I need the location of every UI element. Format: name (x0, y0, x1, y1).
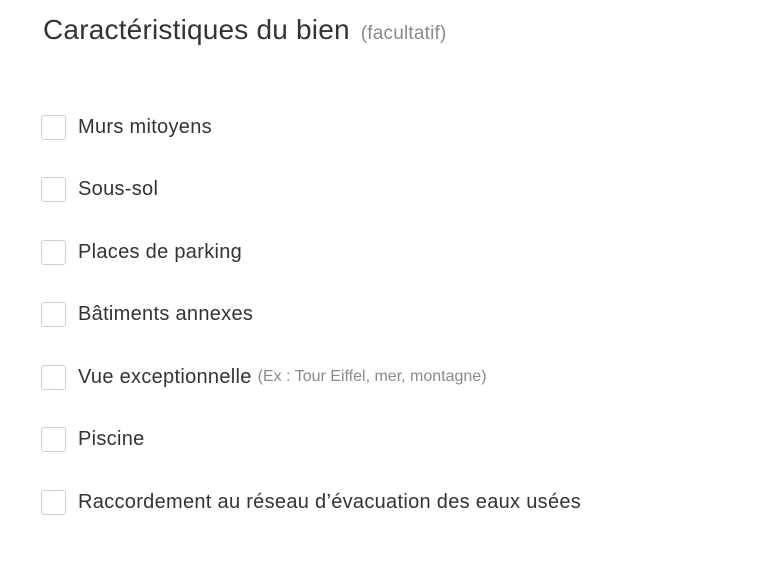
option-murs-mitoyens[interactable]: Murs mitoyens (41, 112, 581, 142)
option-batiments-annexes[interactable]: Bâtiments annexes (41, 300, 581, 330)
option-label: Piscine (78, 428, 145, 451)
checkbox-places-de-parking[interactable] (41, 239, 66, 265)
checkbox-batiments-annexes[interactable] (41, 302, 66, 328)
option-label: Vue exceptionnelle (78, 365, 252, 388)
checkbox-murs-mitoyens[interactable] (41, 114, 66, 140)
checkbox-piscine[interactable] (41, 427, 66, 453)
section-title-text: Caractéristiques du bien (43, 14, 350, 45)
option-label: Murs mitoyens (78, 115, 212, 138)
checkbox-sous-sol[interactable] (41, 177, 66, 203)
option-raccordement-eaux-usees[interactable]: Raccordement au réseau d’évacuation des … (41, 488, 581, 518)
section-title: Caractéristiques du bien (facultatif) (43, 14, 447, 46)
checkbox-raccordement-eaux-usees[interactable] (41, 490, 66, 516)
option-hint: (Ex : Tour Eiffel, mer, montagne) (257, 368, 487, 386)
option-vue-exceptionnelle[interactable]: Vue exceptionnelle (Ex : Tour Eiffel, me… (41, 362, 581, 392)
option-label: Sous-sol (78, 178, 159, 201)
optional-tag: (facultatif) (360, 23, 447, 44)
option-places-de-parking[interactable]: Places de parking (41, 237, 581, 267)
property-features-section: Caractéristiques du bien (facultatif) Mu… (0, 0, 783, 579)
checkbox-vue-exceptionnelle[interactable] (41, 364, 66, 390)
option-label: Raccordement au réseau d’évacuation des … (78, 491, 582, 514)
features-checkbox-list: Murs mitoyens Sous-sol Places de parking… (41, 112, 581, 550)
option-sous-sol[interactable]: Sous-sol (41, 175, 581, 205)
option-piscine[interactable]: Piscine (41, 425, 581, 455)
option-label: Bâtiments annexes (78, 303, 254, 326)
option-label: Places de parking (78, 240, 243, 263)
